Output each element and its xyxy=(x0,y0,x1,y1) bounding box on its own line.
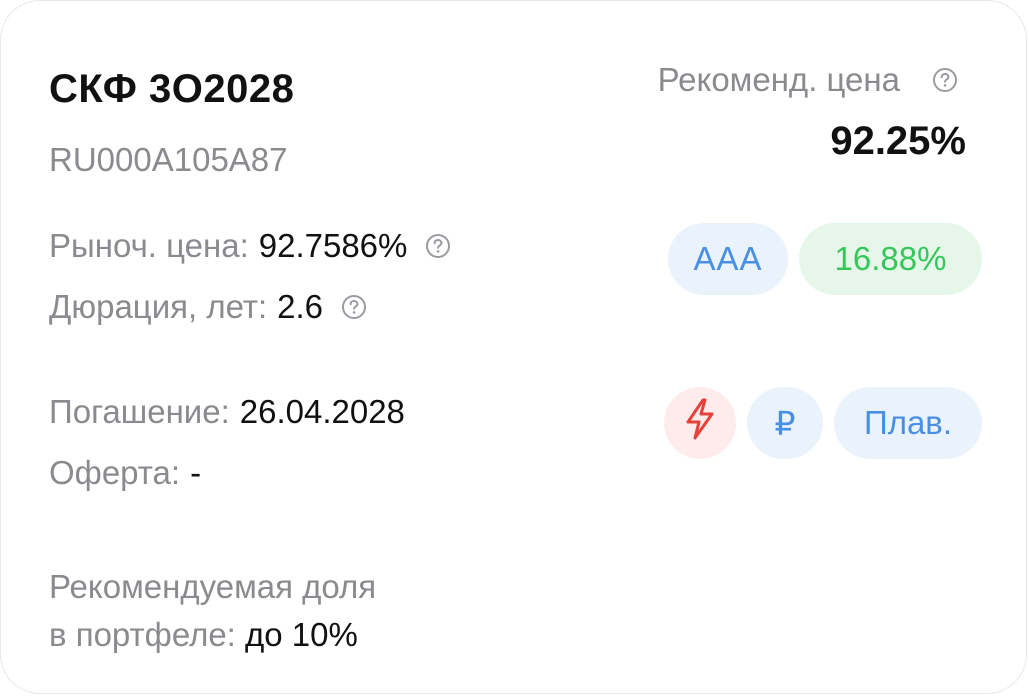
maturity-row: Погашение: 26.04.2028 xyxy=(49,393,405,431)
market-price-label: Рыноч. цена: xyxy=(49,227,249,264)
rating-badge: AAA xyxy=(668,223,788,295)
recommended-price-label-group: Рекоменд. цена xyxy=(658,61,958,99)
offer-row: Оферта: - xyxy=(49,454,201,492)
market-price-row: Рыноч. цена: 92.7586% xyxy=(49,227,451,265)
portfolio-share-label-line1: Рекомендуемая доля xyxy=(49,568,377,605)
duration-row: Дюрация, лет: 2.6 xyxy=(49,288,367,326)
offer-label: Оферта: xyxy=(49,454,181,491)
duration-label: Дюрация, лет: xyxy=(49,288,268,325)
currency-badge: ₽ xyxy=(747,387,823,459)
bond-name: СКФ 3О2028 xyxy=(49,67,295,111)
bond-isin: RU000A105A87 xyxy=(49,141,288,178)
question-circle-icon[interactable] xyxy=(341,294,367,320)
question-circle-icon[interactable] xyxy=(932,67,958,93)
lightning-icon xyxy=(682,397,718,449)
maturity-label: Погашение: xyxy=(49,393,230,430)
bond-card[interactable]: СКФ 3О2028 RU000A105A87 Рекоменд. цена 9… xyxy=(0,0,1027,694)
maturity-value: 26.04.2028 xyxy=(239,393,405,430)
portfolio-share-label-line2: в портфеле: xyxy=(49,616,236,653)
question-circle-icon[interactable] xyxy=(425,233,451,259)
lightning-badge xyxy=(664,387,736,459)
market-price-value: 92.7586% xyxy=(258,227,408,264)
coupon-type-badge: Плав. xyxy=(834,387,982,459)
recommended-price-label: Рекоменд. цена xyxy=(657,61,900,98)
portfolio-share: Рекомендуемая доля в портфеле: до 10% xyxy=(49,563,376,659)
portfolio-share-value: до 10% xyxy=(245,616,358,653)
offer-value: - xyxy=(190,454,202,491)
duration-value: 2.6 xyxy=(277,288,324,325)
yield-badge: 16.88% xyxy=(799,223,982,295)
recommended-price-value: 92.25% xyxy=(830,119,966,163)
